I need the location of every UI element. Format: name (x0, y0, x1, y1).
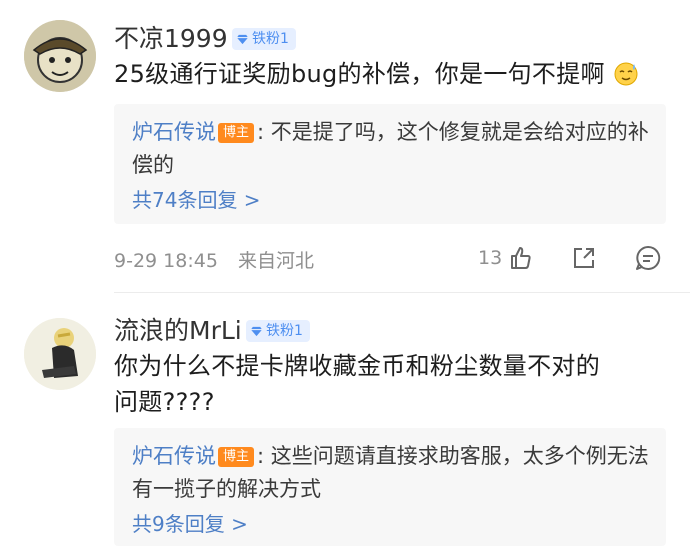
comment-item: 流浪的MrLi 铁粉1 你为什么不提卡牌收藏金币和粉尘数量不对的问题???? 炉… (0, 300, 690, 560)
diamond-icon (236, 34, 249, 44)
host-badge: 博主 (218, 123, 255, 143)
fan-badge-label: 铁粉1 (266, 323, 303, 339)
reply-text: 炉石传说 博主: 这些问题请直接求助客服，太多个例无法有一揽子的解决方式 (132, 440, 652, 506)
like-count: 13 (478, 247, 503, 269)
thumbs-up-icon[interactable] (506, 244, 534, 272)
fan-badge-label: 铁粉1 (252, 31, 289, 47)
reply-author[interactable]: 炉石传说 (132, 444, 216, 468)
comment-icon[interactable] (634, 244, 662, 272)
view-more-replies[interactable]: 共74条回复 > (132, 184, 261, 213)
host-badge: 博主 (218, 447, 255, 467)
comment-item: 不凉1999 铁粉1 25级通行证奖励bug的补偿，你是一句不提啊 炉石传说 博主… (0, 0, 690, 300)
username[interactable]: 不凉1999 (114, 24, 228, 54)
avatar[interactable] (24, 318, 96, 390)
username[interactable]: 流浪的MrLi (114, 316, 242, 346)
comment-text-content: 25级通行证奖励bug的补偿，你是一句不提啊 (114, 60, 605, 88)
fan-badge[interactable]: 铁粉1 (232, 28, 296, 50)
divider (114, 292, 690, 293)
action-bar: 13 (478, 244, 662, 272)
reply-box[interactable]: 炉石传说 博主: 不是提了吗，这个修复就是会给对应的补偿的 共74条回复 > (114, 104, 666, 224)
comment-text: 25级通行证奖励bug的补偿，你是一句不提啊 (114, 56, 654, 92)
avatar[interactable] (24, 20, 96, 92)
sweat-smile-emoji (614, 62, 638, 86)
reply-box[interactable]: 炉石传说 博主: 这些问题请直接求助客服，太多个例无法有一揽子的解决方式 共9条回… (114, 428, 666, 546)
view-more-replies[interactable]: 共9条回复 > (132, 508, 248, 537)
diamond-icon (250, 326, 263, 336)
location: 来自河北 (237, 250, 314, 272)
comment-text: 你为什么不提卡牌收藏金币和粉尘数量不对的问题???? (114, 352, 600, 416)
reply-author[interactable]: 炉石传说 (132, 120, 216, 144)
fan-badge[interactable]: 铁粉1 (246, 320, 310, 342)
timestamp: 9-29 18:45 (114, 250, 218, 272)
share-icon[interactable] (570, 244, 598, 272)
reply-text: 炉石传说 博主: 不是提了吗，这个修复就是会给对应的补偿的 (132, 116, 652, 182)
comment-meta: 9-29 18:45 来自河北 (114, 246, 314, 273)
